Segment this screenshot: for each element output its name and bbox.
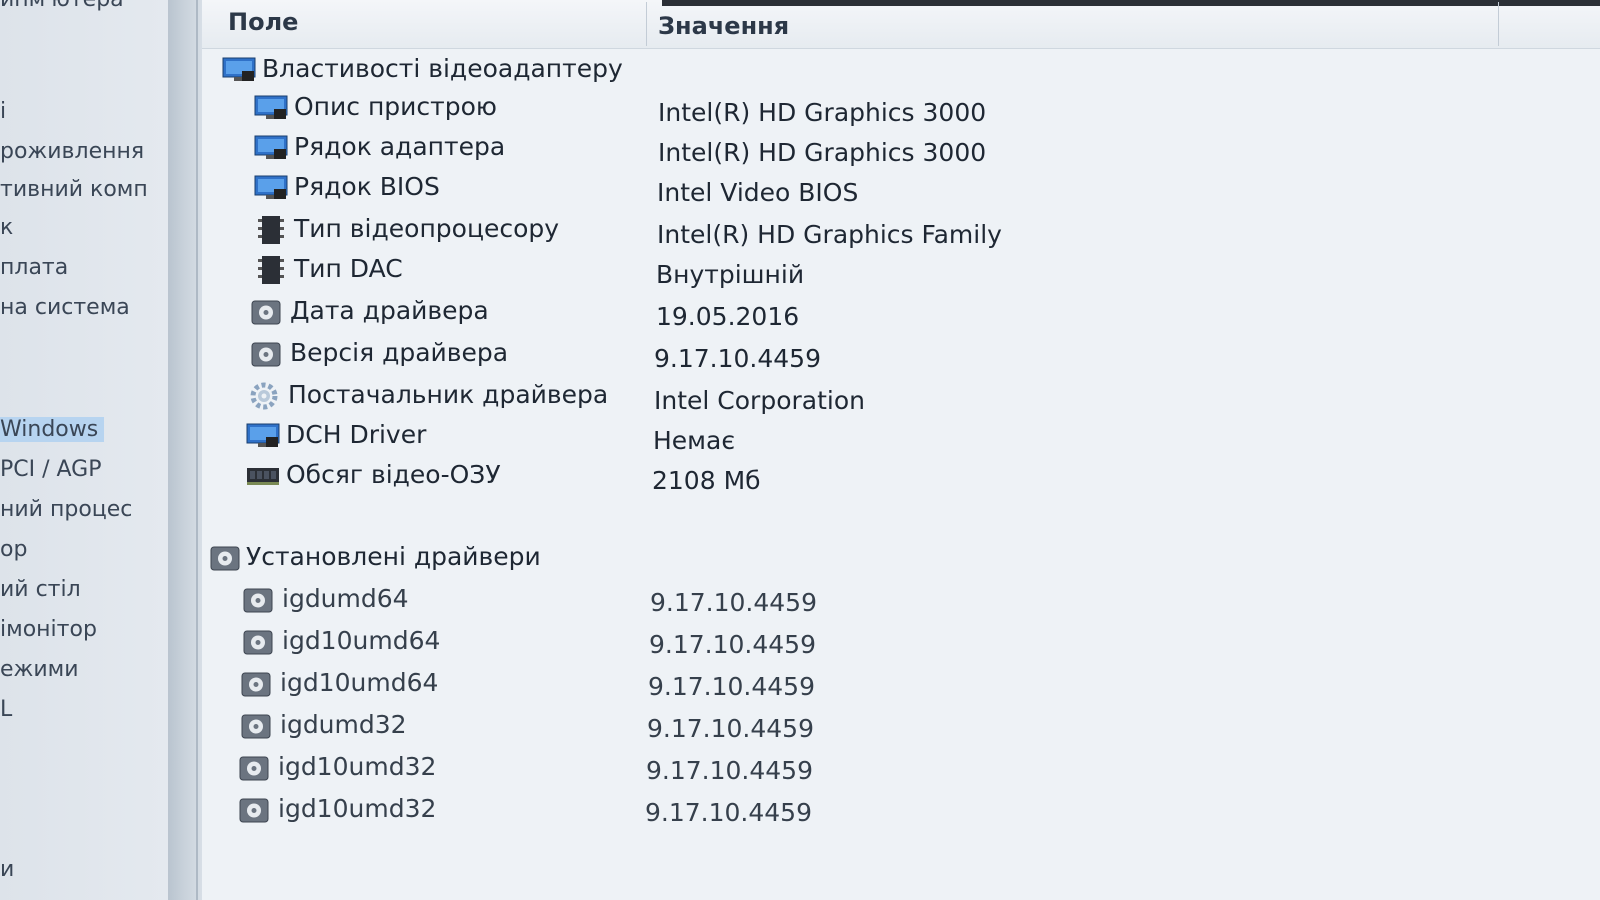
field-label: Рядок адаптера xyxy=(294,132,506,161)
property-row-field[interactable]: Тип відеопроцесору xyxy=(254,212,559,246)
driver-disc-icon xyxy=(239,756,269,781)
column-header-value[interactable]: Значення xyxy=(658,12,789,40)
monitor-icon xyxy=(246,423,280,447)
tree-item-desktop[interactable]: ий стіл xyxy=(0,576,168,604)
driver-row-field[interactable]: igdumd32 xyxy=(240,708,407,742)
tree-item-video-modes[interactable]: ежими xyxy=(0,656,168,684)
driver-version[interactable]: 9.17.10.4459 xyxy=(649,628,816,662)
driver-disc-icon xyxy=(241,714,271,739)
panel-splitter[interactable] xyxy=(168,0,202,900)
driver-row-field[interactable]: igd10umd32 xyxy=(238,750,436,784)
driver-version[interactable]: 9.17.10.4459 xyxy=(647,712,814,746)
driver-disc-icon xyxy=(239,798,269,823)
driver-name: igd10umd32 xyxy=(278,752,437,781)
device-tree-panel: ипм'ютера і роживлення тивний комп к пла… xyxy=(0,0,168,900)
tree-item-monitor[interactable]: ор xyxy=(0,536,168,564)
column-header-field[interactable]: Поле xyxy=(228,8,298,36)
tree-item-pci-agp[interactable]: PCI / AGP xyxy=(0,456,168,484)
property-row-field[interactable]: DCH Driver xyxy=(246,418,426,452)
property-row-field[interactable]: Опис пристрою xyxy=(254,90,497,124)
driver-disc-icon xyxy=(210,546,240,571)
chip-icon xyxy=(258,256,284,284)
driver-name: igdumd64 xyxy=(282,584,409,613)
property-value[interactable]: 9.17.10.4459 xyxy=(654,342,821,376)
property-row-field[interactable]: Версія драйвера xyxy=(250,336,508,370)
gear-icon xyxy=(250,382,278,410)
driver-disc-icon xyxy=(241,672,271,697)
driver-disc-icon xyxy=(251,300,281,325)
group-header-adapter-properties[interactable]: Властивості відеоадаптеру xyxy=(222,52,623,86)
list-header: Поле Значення xyxy=(202,0,1600,49)
column-divider[interactable] xyxy=(1498,2,1499,46)
monitor-icon xyxy=(254,175,288,199)
tree-item-power[interactable]: роживлення xyxy=(0,138,168,166)
property-row-field[interactable]: Обсяг відео-ОЗУ xyxy=(246,458,501,492)
field-label: Постачальник драйвера xyxy=(288,380,609,409)
tree-item-multimonitor[interactable]: імонітор xyxy=(0,616,168,644)
driver-row-field[interactable]: igd10umd64 xyxy=(240,666,438,700)
driver-name: igd10umd64 xyxy=(282,626,441,655)
property-row-field[interactable]: Тип DAC xyxy=(254,252,403,286)
monitor-icon xyxy=(254,95,288,119)
property-value[interactable]: 2108 Мб xyxy=(652,464,761,498)
driver-name: igd10umd32 xyxy=(278,794,437,823)
property-row-field[interactable]: Дата драйвера xyxy=(250,294,489,328)
property-value[interactable]: Intel(R) HD Graphics 3000 xyxy=(658,136,986,170)
tree-item-gpu[interactable]: ний процес xyxy=(0,496,168,524)
tree-item-os[interactable]: на система xyxy=(0,294,168,322)
tree-item-portable-pc[interactable]: тивний комп xyxy=(0,176,168,204)
field-label: Версія драйвера xyxy=(290,338,509,367)
field-label: Опис пристрою xyxy=(294,92,497,121)
chip-icon xyxy=(258,216,284,244)
driver-version[interactable]: 9.17.10.4459 xyxy=(645,796,812,830)
property-value[interactable]: Intel Video BIOS xyxy=(657,176,858,210)
driver-disc-icon xyxy=(243,588,273,613)
driver-disc-icon xyxy=(243,630,273,655)
field-label: DCH Driver xyxy=(286,420,427,449)
field-label: Тип відеопроцесору xyxy=(294,214,560,243)
property-row-field[interactable]: Постачальник драйвера xyxy=(248,378,608,412)
memory-icon xyxy=(247,468,279,485)
column-divider[interactable] xyxy=(646,2,647,46)
header-shadow xyxy=(662,0,1600,6)
field-label: Рядок BIOS xyxy=(294,172,440,201)
tree-item[interactable]: к xyxy=(0,214,168,242)
monitor-icon xyxy=(254,135,288,159)
tree-item[interactable]: и xyxy=(0,856,168,884)
property-value[interactable]: Intel Corporation xyxy=(654,384,865,418)
property-row-field[interactable]: Рядок адаптера xyxy=(254,130,505,164)
property-value[interactable]: Немає xyxy=(653,424,735,458)
driver-disc-icon xyxy=(251,342,281,367)
app-window: ипм'ютера і роживлення тивний комп к пла… xyxy=(0,0,1600,900)
driver-row-field[interactable]: igdumd64 xyxy=(242,582,409,616)
driver-version[interactable]: 9.17.10.4459 xyxy=(646,754,813,788)
driver-name: igd10umd64 xyxy=(280,668,439,697)
driver-name: igdumd32 xyxy=(280,710,407,739)
details-list: Поле Значення Властивості відеоадаптеру … xyxy=(202,0,1600,900)
tree-item[interactable]: і xyxy=(0,98,168,126)
driver-row-field[interactable]: igd10umd32 xyxy=(238,792,436,826)
tree-item[interactable]: L xyxy=(0,696,168,724)
driver-row-field[interactable]: igd10umd64 xyxy=(242,624,440,658)
group-header-installed-drivers[interactable]: Установлені драйвери xyxy=(210,540,541,574)
driver-version[interactable]: 9.17.10.4459 xyxy=(650,586,817,620)
field-label: Дата драйвера xyxy=(290,296,489,325)
tree-item[interactable]: ипм'ютера xyxy=(0,0,168,14)
property-value[interactable]: Intel(R) HD Graphics 3000 xyxy=(658,96,986,130)
property-value[interactable]: Intel(R) HD Graphics Family xyxy=(657,218,1002,252)
property-value[interactable]: 19.05.2016 xyxy=(656,300,799,334)
field-label: Обсяг відео-ОЗУ xyxy=(286,460,501,489)
driver-version[interactable]: 9.17.10.4459 xyxy=(648,670,815,704)
property-value[interactable]: Внутрішній xyxy=(656,258,804,292)
monitor-icon xyxy=(222,57,256,81)
property-row-field[interactable]: Рядок BIOS xyxy=(254,170,440,204)
tree-item-motherboard[interactable]: плата xyxy=(0,254,168,282)
field-label: Тип DAC xyxy=(294,254,403,283)
tree-item-windows[interactable]: Windows xyxy=(0,416,168,444)
